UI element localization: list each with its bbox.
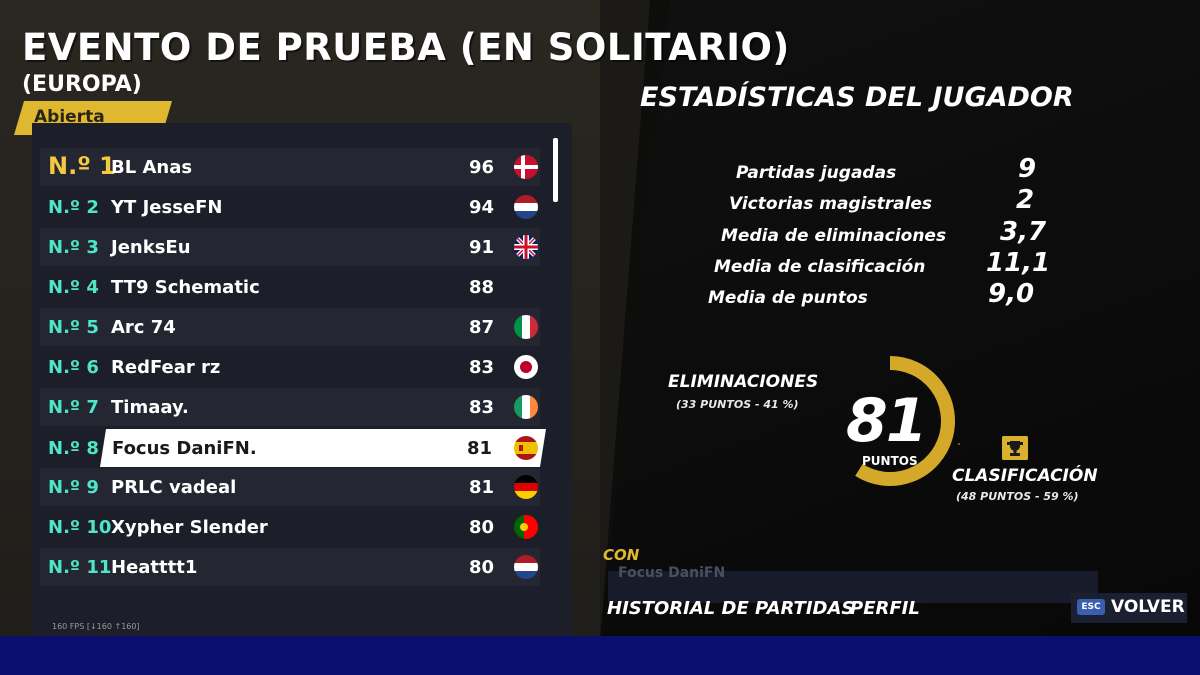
stat-value: 11,1 — [986, 248, 1051, 278]
region-label: (EUROPA) — [22, 72, 142, 97]
leaderboard-row[interactable]: N.º 10 Xypher Slender 80 — [40, 508, 540, 546]
stats-title: ESTADÍSTICAS DEL JUGADOR — [640, 82, 1074, 113]
total-points: 81 — [846, 386, 927, 456]
leaderboard-row[interactable]: N.º 9 PRLC vadeal 81 — [40, 468, 540, 506]
player-score: 81 — [468, 477, 494, 498]
netherlands-flag-icon — [514, 195, 538, 219]
player-name: YT JesseFN — [111, 197, 223, 218]
leaderboard-row[interactable]: N.º 5 Arc 74 87 — [40, 308, 540, 346]
stat-label: Media de clasificación — [714, 257, 926, 277]
rank-label: N.º 9 — [48, 477, 99, 498]
bottom-bar — [0, 636, 1200, 675]
stat-label: Partidas jugadas — [736, 163, 897, 183]
con-label: CON — [603, 546, 640, 564]
player-name: Heatttt1 — [111, 557, 198, 578]
esc-key-icon: ESC — [1077, 599, 1105, 615]
leaderboard-row[interactable]: N.º 2 YT JesseFN 94 — [40, 188, 540, 226]
stat-value: 3,7 — [1000, 217, 1047, 247]
player-score: 81 — [466, 438, 492, 459]
fps-counter: 160 FPS [↓160 ↑160] — [52, 622, 140, 631]
total-points-label: PUNTOS — [862, 454, 918, 468]
match-history-button[interactable]: HISTORIAL DE PARTIDAS — [607, 598, 854, 619]
stat-value: 9 — [1018, 154, 1037, 184]
netherlands-flag-icon — [514, 555, 538, 579]
rank-label: N.º 5 — [48, 317, 99, 338]
back-button[interactable]: ESC VOLVER — [1071, 593, 1187, 623]
germany-flag-icon — [514, 475, 538, 499]
rank-label: N.º 11 — [48, 557, 112, 578]
rank-label: N.º 6 — [48, 357, 99, 378]
stat-value: 9,0 — [988, 279, 1035, 309]
italy-flag-icon — [514, 315, 538, 339]
ireland-flag-icon — [514, 395, 538, 419]
eliminations-detail: (33 PUNTOS - 41 %) — [676, 398, 799, 411]
player-name: Focus DaniFN. — [112, 438, 257, 459]
eliminations-label: ELIMINACIONES — [668, 372, 819, 392]
player-score: 87 — [468, 317, 494, 338]
player-name: Arc 74 — [111, 317, 176, 338]
leaderboard-scrollbar[interactable] — [553, 138, 558, 202]
japan-flag-icon — [514, 355, 538, 379]
stat-label: Victorias magistrales — [729, 194, 933, 214]
player-score: 80 — [468, 557, 494, 578]
rank-label: N.º 10 — [48, 517, 112, 538]
player-score: 94 — [468, 197, 494, 218]
player-name: RedFear rz — [111, 357, 221, 378]
player-name: JenksEu — [111, 237, 191, 258]
placement-label: CLASIFICACIÓN — [952, 466, 1098, 486]
player-score: 88 — [468, 277, 494, 298]
con-value: Focus DaniFN — [618, 565, 726, 581]
stat-value: 2 — [1016, 185, 1035, 215]
rank-label: N.º 7 — [48, 397, 99, 418]
player-name: TT9 Schematic — [111, 277, 260, 298]
profile-button[interactable]: PERFIL — [850, 598, 920, 619]
rank-label: N.º 2 — [48, 197, 99, 218]
rank-label: N.º 4 — [48, 277, 99, 298]
united-kingdom-flag-icon — [514, 235, 538, 259]
leaderboard-row[interactable]: N.º 6 RedFear rz 83 — [40, 348, 540, 386]
player-name: BL Anas — [111, 157, 193, 178]
player-score: 96 — [468, 157, 494, 178]
leaderboard-row[interactable]: N.º 1 BL Anas 96 — [40, 148, 540, 186]
player-name: PRLC vadeal — [111, 477, 237, 498]
denmark-flag-icon — [514, 155, 538, 179]
leaderboard-row[interactable]: N.º 4 TT9 Schematic 88 — [40, 268, 540, 306]
leaderboard-row[interactable]: N.º 7 Timaay. 83 — [40, 388, 540, 426]
leaderboard-row[interactable]: N.º 3 JenksEu 91 — [40, 228, 540, 266]
player-name: Timaay. — [111, 397, 189, 418]
player-score: 91 — [468, 237, 494, 258]
trophy-icon — [1002, 436, 1028, 460]
player-score: 83 — [468, 357, 494, 378]
portugal-flag-icon — [514, 515, 538, 539]
player-name: Xypher Slender — [111, 517, 268, 538]
rank-label: N.º 1 — [48, 152, 116, 180]
stat-label: Media de puntos — [708, 288, 868, 308]
page-title: EVENTO DE PRUEBA (EN SOLITARIO) — [22, 26, 790, 69]
player-score: 83 — [468, 397, 494, 418]
connector-line — [957, 443, 960, 445]
leaderboard-row[interactable]: N.º 11 Heatttt1 80 — [40, 548, 540, 586]
leaderboard-row-current-player[interactable]: Focus DaniFN. 81 — [100, 429, 546, 467]
spain-flag-icon — [514, 436, 538, 460]
back-label: VOLVER — [1111, 597, 1185, 617]
placement-detail: (48 PUNTOS - 59 %) — [956, 490, 1079, 503]
stat-label: Media de eliminaciones — [721, 226, 947, 246]
player-score: 80 — [468, 517, 494, 538]
rank-label: N.º 8 — [48, 438, 99, 459]
rank-label: N.º 3 — [48, 237, 99, 258]
